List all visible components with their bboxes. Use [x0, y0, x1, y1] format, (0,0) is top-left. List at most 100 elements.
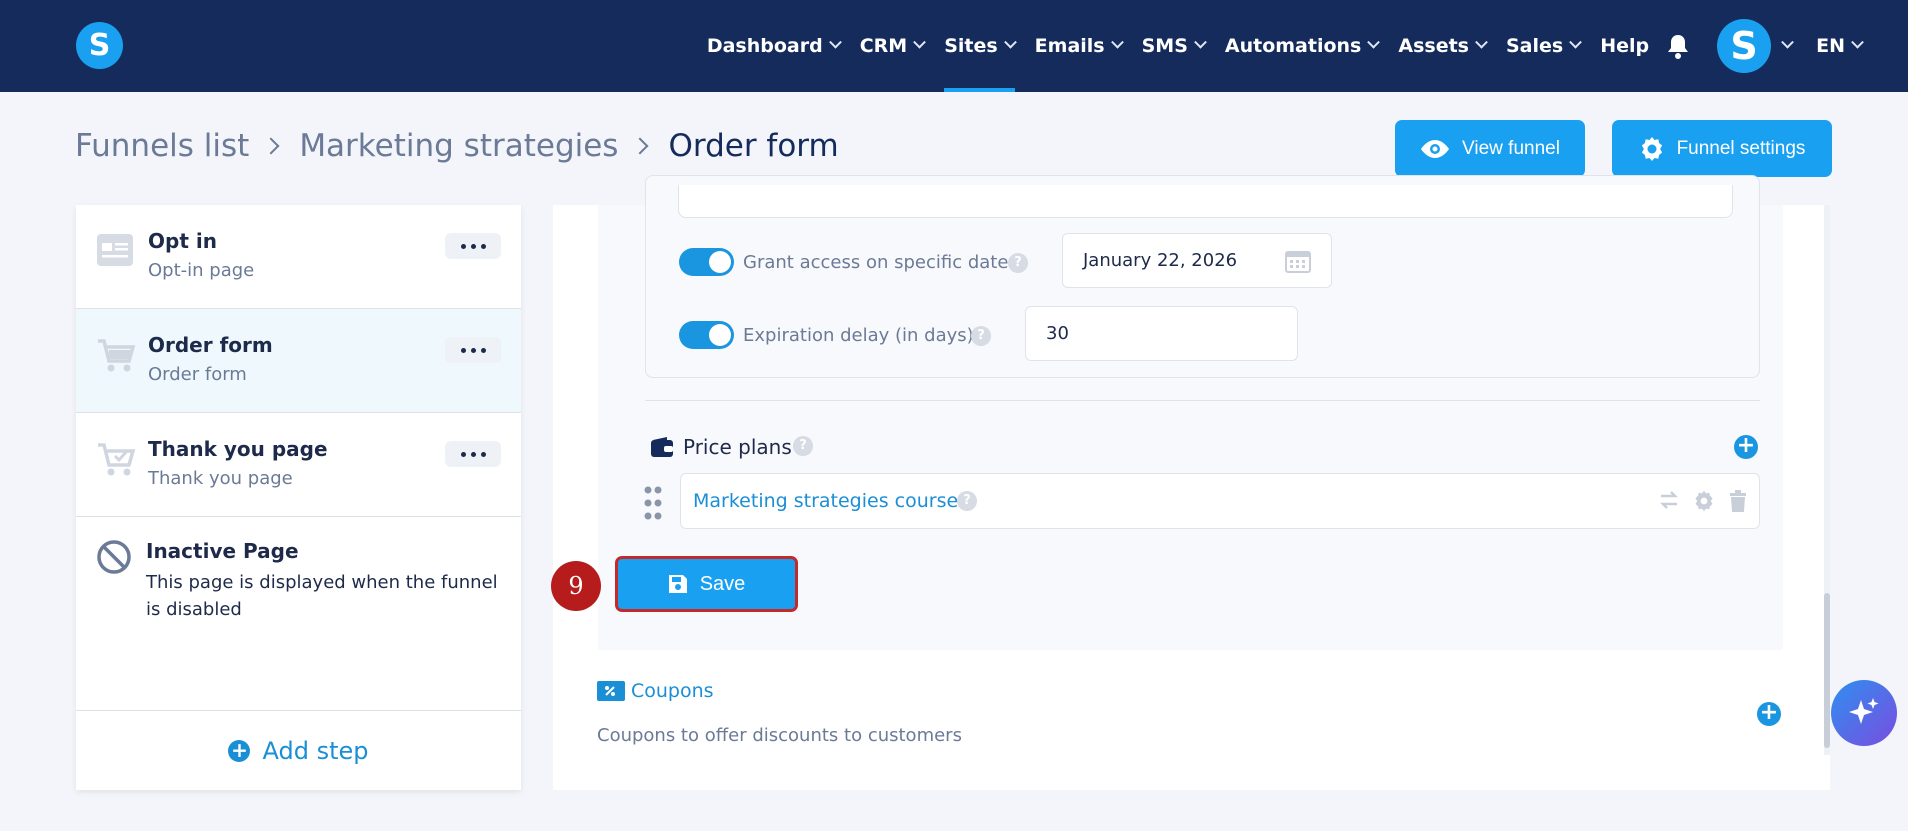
cart-check-icon	[96, 441, 136, 485]
sparkles-icon	[1849, 698, 1879, 724]
step-more-button[interactable]	[445, 337, 501, 363]
chevron-right-icon	[262, 137, 280, 155]
save-button[interactable]: Save	[615, 556, 798, 612]
app-logo[interactable]: S	[76, 22, 123, 69]
nav-label: Dashboard	[706, 35, 823, 57]
chevron-down-icon	[1781, 35, 1794, 49]
price-plans-label: Price plans	[683, 435, 792, 459]
help-icon[interactable]: ?	[971, 326, 991, 346]
coupon-icon	[597, 681, 625, 701]
gear-icon[interactable]	[1693, 490, 1715, 516]
gear-icon	[1641, 136, 1662, 161]
language-selector[interactable]: EN	[1816, 0, 1864, 92]
inactive-page-description: This page is displayed when the funnel i…	[146, 572, 498, 620]
partially-visible-input[interactable]	[678, 185, 1733, 218]
chevron-down-icon	[1475, 35, 1488, 49]
top-navigation-bar: S Dashboard CRM Sites Emails SMS Automat…	[0, 0, 1908, 92]
scrollbar-thumb[interactable]	[1824, 593, 1830, 748]
main-nav: Dashboard CRM Sites Emails SMS Automatio…	[697, 0, 1872, 92]
language-label: EN	[1816, 35, 1845, 57]
nav-item-dashboard[interactable]: Dashboard	[706, 0, 842, 92]
add-price-plan-button[interactable]: +	[1734, 435, 1758, 459]
funnel-settings-button[interactable]: Funnel settings	[1612, 120, 1832, 177]
user-menu[interactable]: S	[1717, 0, 1794, 92]
step-thank-you-page[interactable]: Thank you page Thank you page	[76, 413, 521, 517]
nav-item-crm[interactable]: CRM	[859, 0, 927, 92]
step-inactive-page[interactable]: Inactive Page This page is displayed whe…	[76, 517, 521, 713]
add-step-label: Add step	[262, 736, 369, 765]
nav-item-sms[interactable]: SMS	[1141, 0, 1207, 92]
chevron-down-icon	[1003, 35, 1017, 49]
nav-label: Sales	[1505, 35, 1564, 57]
disabled-icon	[96, 539, 132, 579]
nav-label: Sites	[944, 35, 998, 57]
step-opt-in[interactable]: Opt in Opt-in page	[76, 205, 521, 309]
breadcrumb-marketing-strategies[interactable]: Marketing strategies	[299, 128, 618, 164]
coupons-link[interactable]: Coupons	[597, 680, 714, 702]
nav-item-emails[interactable]: Emails	[1035, 0, 1124, 92]
price-plan-link[interactable]: Marketing strategies course	[693, 490, 958, 512]
step-more-button[interactable]	[445, 233, 501, 259]
calendar-icon[interactable]	[1285, 249, 1311, 278]
drag-handle-icon[interactable]	[643, 485, 663, 521]
grant-access-toggle[interactable]	[679, 248, 734, 276]
trash-icon[interactable]	[1729, 490, 1747, 516]
wallet-icon	[650, 436, 674, 462]
swap-icon[interactable]	[1659, 490, 1679, 516]
nav-label: SMS	[1141, 35, 1188, 57]
coupons-title: Coupons	[631, 680, 714, 702]
bell-icon[interactable]	[1663, 0, 1693, 92]
breadcrumb: Funnels list Marketing strategies Order …	[75, 128, 839, 164]
annotation-step-badge: 9	[551, 561, 601, 611]
coupons-description: Coupons to offer discounts to customers	[597, 725, 962, 746]
step-order-form[interactable]: Order form Order form	[76, 309, 521, 413]
plus-icon: +	[228, 739, 251, 762]
nav-label: Automations	[1224, 35, 1362, 57]
step-title: Opt in	[148, 229, 217, 253]
expiration-delay-input[interactable]: 30	[1025, 306, 1298, 361]
page-title: Order form	[668, 128, 839, 164]
ai-assistant-button[interactable]	[1831, 680, 1897, 746]
divider	[645, 400, 1760, 401]
floppy-disk-icon	[668, 575, 687, 593]
add-coupon-button[interactable]: +	[1757, 702, 1781, 726]
step-subtitle: Opt-in page	[148, 260, 255, 281]
step-title: Order form	[148, 333, 273, 357]
breadcrumb-funnels-list[interactable]: Funnels list	[75, 128, 249, 164]
nav-item-assets[interactable]: Assets	[1398, 0, 1488, 92]
view-funnel-label: View funnel	[1462, 137, 1560, 159]
expiration-delay-value: 30	[1046, 323, 1069, 344]
step-subtitle: Order form	[148, 364, 247, 385]
nav-label: CRM	[859, 35, 908, 57]
step-more-button[interactable]	[445, 441, 501, 467]
expiration-delay-label: Expiration delay (in days)	[743, 325, 974, 346]
grant-access-label: Grant access on specific date	[743, 252, 1009, 273]
nav-item-help[interactable]: Help	[1600, 0, 1649, 92]
step-subtitle: Thank you page	[148, 468, 293, 489]
chevron-down-icon	[1569, 35, 1583, 49]
chevron-right-icon	[631, 137, 649, 155]
help-icon[interactable]: ?	[793, 436, 813, 456]
funnel-settings-label: Funnel settings	[1676, 137, 1806, 159]
eye-icon	[1421, 139, 1450, 158]
grant-date-value: January 22, 2026	[1083, 250, 1238, 271]
cart-icon	[96, 337, 136, 381]
view-funnel-button[interactable]: View funnel	[1395, 120, 1585, 177]
step-title: Thank you page	[148, 437, 328, 461]
nav-item-sales[interactable]: Sales	[1505, 0, 1583, 92]
help-icon[interactable]: ?	[1008, 253, 1028, 273]
inactive-page-title: Inactive Page	[146, 539, 299, 563]
funnel-steps-panel: Opt in Opt-in page Order form Order form…	[76, 205, 521, 790]
expiration-delay-toggle[interactable]	[679, 321, 734, 349]
save-label: Save	[699, 572, 746, 595]
help-icon[interactable]: ?	[957, 491, 977, 511]
nav-item-automations[interactable]: Automations	[1224, 0, 1381, 92]
price-plan-actions	[1659, 490, 1747, 516]
chevron-down-icon	[1367, 35, 1381, 49]
chevron-down-icon	[1194, 35, 1207, 49]
add-step-button[interactable]: + Add step	[76, 710, 521, 790]
opt-in-page-icon	[96, 233, 134, 271]
nav-item-sites[interactable]: Sites	[944, 0, 1017, 92]
grant-date-input[interactable]: January 22, 2026	[1062, 233, 1332, 288]
price-plan-row: Marketing strategies course ?	[680, 473, 1760, 529]
